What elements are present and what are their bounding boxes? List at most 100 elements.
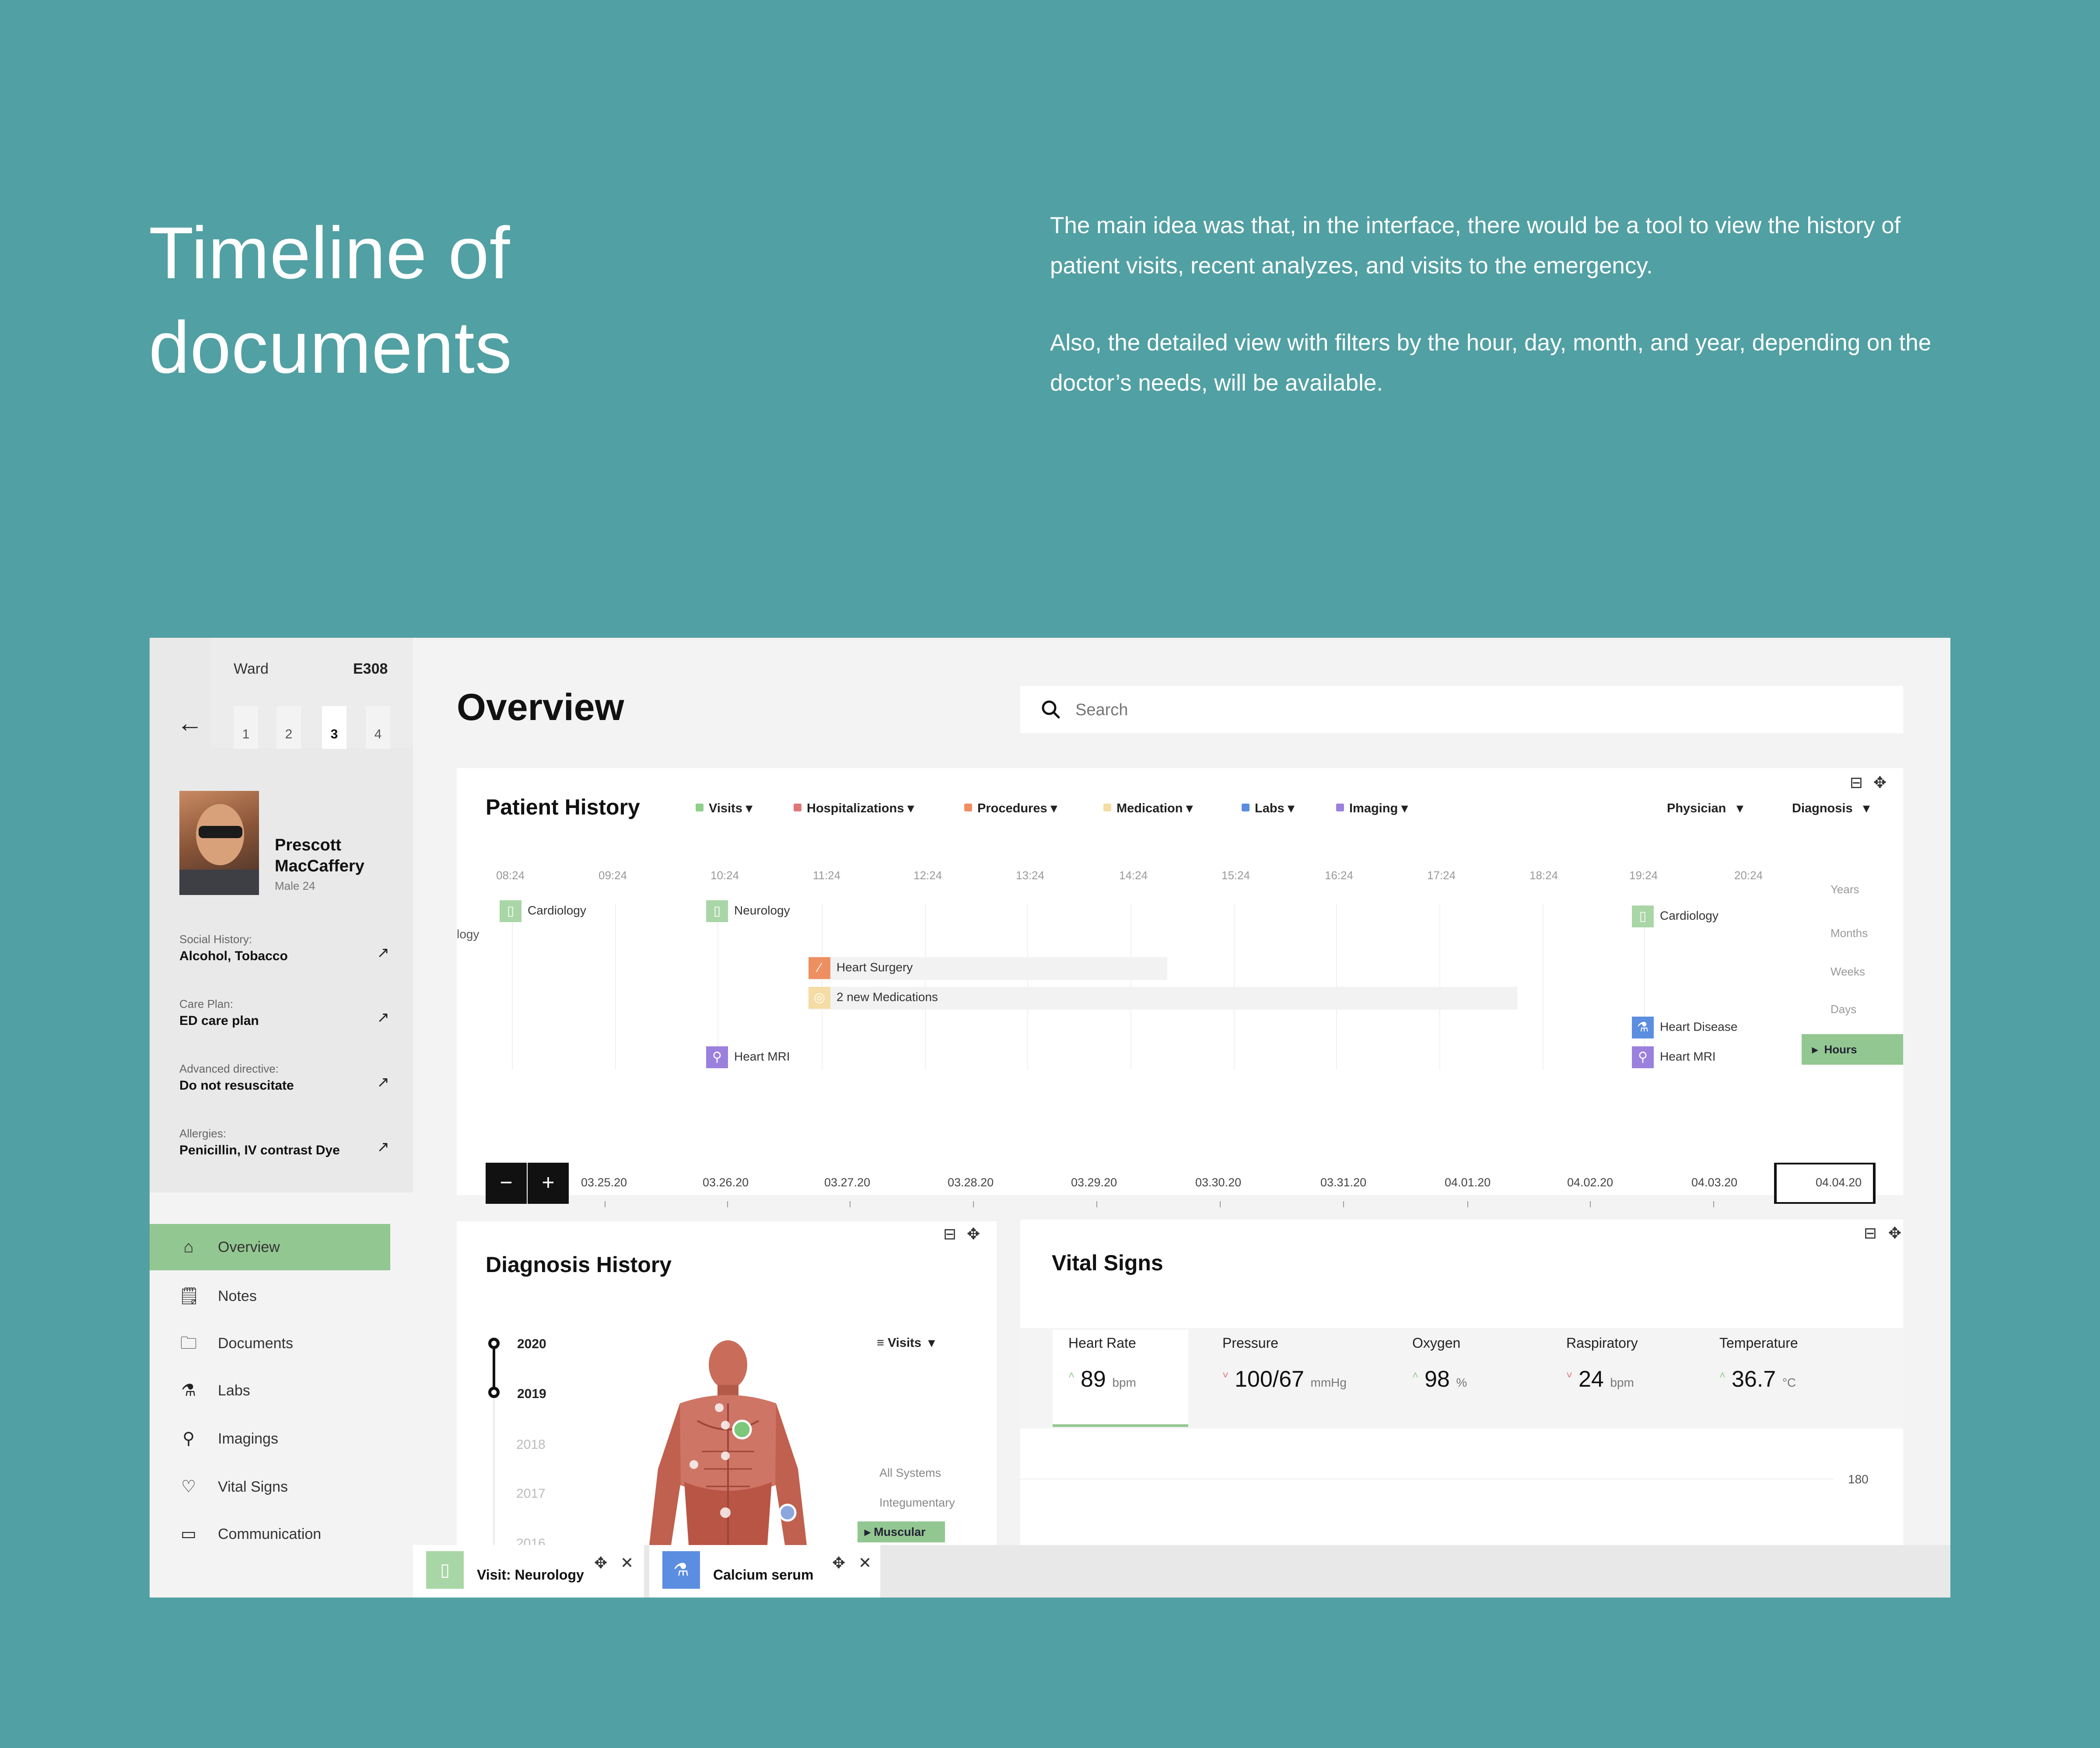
filter-visits[interactable]: Visits ▾: [696, 801, 752, 816]
visit-icon: ▯: [1632, 905, 1654, 927]
scale-years[interactable]: Years: [1830, 883, 1859, 896]
back-arrow-icon[interactable]: ←: [177, 708, 203, 738]
color-dot: [794, 804, 802, 811]
year-label[interactable]: 2017: [516, 1486, 546, 1501]
nav-item-communication[interactable]: ▭ Communication: [150, 1511, 390, 1557]
year-label[interactable]: 2019: [517, 1387, 546, 1402]
hour-tick: 14:24: [1119, 869, 1148, 882]
year-dot[interactable]: [488, 1338, 500, 1349]
minimize-icon[interactable]: ⊟: [1864, 1224, 1877, 1242]
page-tab-4[interactable]: 4: [366, 706, 390, 749]
care-plan[interactable]: Care Plan: ED care plan ↗: [179, 997, 389, 1028]
year-dot[interactable]: [488, 1387, 500, 1398]
info-key: Allergies:: [179, 1127, 226, 1140]
scale-months[interactable]: Months: [1830, 926, 1868, 940]
scalpel-icon: ⁄: [808, 957, 830, 979]
vital-oxygen[interactable]: Oxygen ˄ 98 %: [1412, 1335, 1467, 1392]
filter-physician[interactable]: Physician ▾: [1667, 801, 1743, 816]
vital-temperature[interactable]: Temperature ˄ 36.7 °C: [1719, 1335, 1798, 1392]
event-neurology-visit[interactable]: ▯ Neurology: [706, 900, 790, 922]
expand-arrow-icon[interactable]: ↗: [377, 1138, 390, 1156]
expand-arrow-icon[interactable]: ↗: [377, 944, 390, 961]
document-dock: ▯ Visit: Neurology ✥ ✕ ⚗ Calcium serum ✥…: [413, 1545, 1950, 1598]
system-muscular[interactable]: ▸ Muscular: [858, 1521, 945, 1542]
dock-tab-label: Visit: Neurology: [477, 1567, 584, 1583]
zoom-in-button[interactable]: +: [528, 1163, 569, 1204]
event-heart-mri-2[interactable]: ⚲ Heart MRI: [1632, 1046, 1716, 1068]
scale-days[interactable]: Days: [1830, 1003, 1856, 1016]
marker-dot[interactable]: [732, 1419, 752, 1440]
move-icon[interactable]: ✥: [967, 1225, 980, 1243]
nav-item-documents[interactable]: 🗀 Documents: [150, 1320, 390, 1367]
dock-tab-label: Calcium serum: [713, 1567, 814, 1583]
event-cut-label[interactable]: logy: [457, 927, 479, 941]
patient-history-title: Patient History: [486, 795, 640, 819]
page-tab-2[interactable]: 2: [276, 706, 301, 749]
date-tick: [1467, 1201, 1468, 1207]
move-icon[interactable]: ✥: [1873, 773, 1886, 792]
nav-item-vital-signs[interactable]: ♡ Vital Signs: [150, 1464, 390, 1510]
year-label[interactable]: 2018: [516, 1437, 546, 1452]
event-cardiology-visit[interactable]: ▯ Cardiology: [500, 900, 586, 922]
filter-hospitalizations[interactable]: Hospitalizations ▾: [794, 801, 914, 816]
filter-procedures[interactable]: Procedures ▾: [964, 801, 1057, 816]
minimize-icon[interactable]: ⊟: [1850, 773, 1863, 792]
vital-heart-rate[interactable]: Heart Rate ˄ 89 bpm: [1068, 1335, 1136, 1392]
close-icon[interactable]: ✕: [620, 1554, 634, 1572]
event-medications[interactable]: ◎ 2 new Medications: [808, 987, 938, 1009]
info-key: Social History:: [179, 933, 252, 946]
scale-weeks[interactable]: Weeks: [1830, 965, 1865, 979]
anatomy-muscular-figure[interactable]: [632, 1338, 824, 1545]
move-icon[interactable]: ✥: [594, 1554, 607, 1572]
system-all[interactable]: All Systems: [879, 1466, 941, 1480]
vital-respiratory[interactable]: Raspiratory ˅ 24 bpm: [1566, 1335, 1638, 1392]
diagnosis-history-card: ⊟ ✥ Diagnosis History 2020 2019 2018 201…: [457, 1221, 997, 1551]
event-heart-surgery[interactable]: ⁄ Heart Surgery: [808, 957, 913, 979]
vital-pressure[interactable]: Pressure ˅ 100/67 mmHg: [1222, 1335, 1347, 1392]
search-input[interactable]: [1074, 696, 1864, 724]
scale-hours[interactable]: ▸ Hours: [1802, 1034, 1903, 1065]
page-tab-3[interactable]: 3: [322, 706, 346, 749]
year-label[interactable]: 2020: [517, 1337, 546, 1352]
filter-medication[interactable]: Medication ▾: [1103, 801, 1193, 816]
nav-item-imagings[interactable]: ⚲ Imagings: [150, 1416, 390, 1462]
page-tab-1[interactable]: 1: [234, 706, 258, 749]
hero-description: The main idea was that, in the interface…: [1050, 206, 1934, 440]
event-heart-disease-lab[interactable]: ⚗ Heart Disease: [1632, 1017, 1737, 1038]
hour-tick: 08:24: [496, 869, 525, 882]
event-heart-mri[interactable]: ⚲ Heart MRI: [706, 1046, 790, 1068]
filter-diagnosis[interactable]: Diagnosis ▾: [1792, 801, 1869, 816]
grid-line: [615, 904, 616, 1070]
close-icon[interactable]: ✕: [858, 1554, 872, 1572]
hour-tick: 20:24: [1734, 869, 1763, 882]
nav-item-overview[interactable]: ⌂ Overview: [150, 1224, 390, 1270]
event-cardiology-visit-2[interactable]: ▯ Cardiology: [1632, 905, 1718, 927]
system-integumentary[interactable]: Integumentary: [879, 1496, 955, 1510]
event-label: Cardiology: [1660, 909, 1718, 923]
allergies[interactable]: Allergies: Penicillin, IV contrast Dye ↗: [179, 1127, 389, 1158]
nav-item-labs[interactable]: ⚗ Labs: [150, 1367, 390, 1414]
dock-tab-visit-neurology[interactable]: ▯ Visit: Neurology ✥ ✕: [413, 1545, 644, 1598]
filter-labs[interactable]: Labs ▾: [1242, 801, 1294, 816]
info-key: Care Plan:: [179, 997, 233, 1010]
visits-filter[interactable]: ≡ Visits ▾: [877, 1335, 935, 1350]
advanced-directive[interactable]: Advanced directive: Do not resuscitate ↗: [179, 1062, 389, 1093]
move-icon[interactable]: ✥: [832, 1554, 845, 1572]
event-label: Heart Surgery: [836, 960, 913, 974]
marker-dot[interactable]: [778, 1503, 797, 1522]
date-tick: [1590, 1201, 1591, 1207]
expand-arrow-icon[interactable]: ↗: [377, 1073, 390, 1091]
minimize-icon[interactable]: ⊟: [943, 1225, 956, 1243]
hour-tick: 17:24: [1427, 869, 1456, 882]
filter-imaging[interactable]: Imaging ▾: [1336, 801, 1408, 816]
nav-item-notes[interactable]: 🗒 Notes: [150, 1273, 390, 1319]
date-tick: [1096, 1201, 1097, 1207]
dock-tab-calcium-serum[interactable]: ⚗ Calcium serum ✥ ✕: [649, 1545, 880, 1598]
search-bar[interactable]: [1020, 686, 1903, 733]
social-history[interactable]: Social History: Alcohol, Tobacco ↗: [179, 933, 389, 964]
expand-arrow-icon[interactable]: ↗: [377, 1009, 390, 1026]
move-icon[interactable]: ✥: [1888, 1224, 1901, 1242]
color-dot: [696, 804, 704, 811]
zoom-out-button[interactable]: −: [486, 1163, 527, 1204]
ward-code: E308: [353, 661, 388, 677]
